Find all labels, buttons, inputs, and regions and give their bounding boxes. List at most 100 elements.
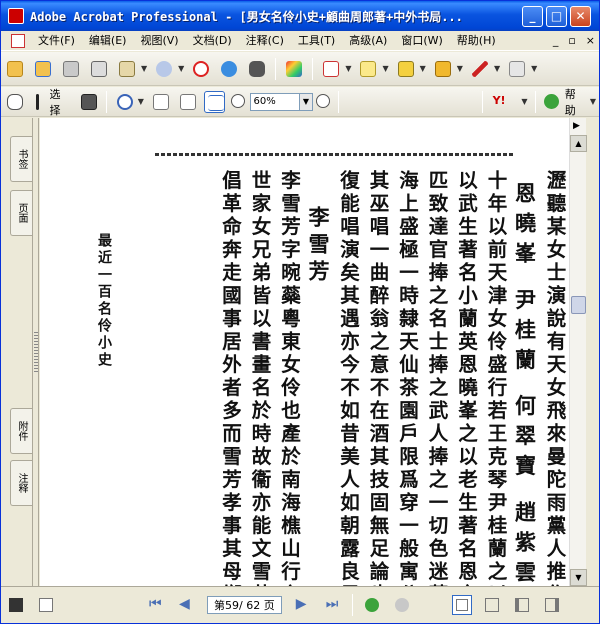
- menu-window[interactable]: 窗口(W): [394, 31, 449, 51]
- email-button[interactable]: [116, 58, 138, 80]
- monitor-icon: [9, 598, 23, 612]
- menu-document[interactable]: 文档(D): [186, 31, 239, 51]
- fit-page-button[interactable]: [177, 91, 198, 113]
- organizer-button[interactable]: [32, 58, 54, 80]
- sign-dropdown-arrow[interactable]: ▼: [420, 64, 426, 73]
- scroll-up-button[interactable]: ▲: [570, 135, 587, 152]
- actual-size-button[interactable]: [150, 91, 171, 113]
- fit-width-button[interactable]: [204, 90, 226, 113]
- menu-comments[interactable]: 注释(C): [239, 31, 291, 51]
- create-pdf-button[interactable]: [320, 58, 342, 80]
- continuous-facing-icon: [544, 598, 559, 612]
- edit-pen-button[interactable]: [469, 58, 491, 80]
- review-dropdown-arrow[interactable]: ▼: [382, 64, 388, 73]
- find-button[interactable]: [246, 58, 268, 80]
- email-dropdown-arrow[interactable]: ▼: [141, 64, 147, 73]
- doc-restore-button[interactable]: ▫: [568, 34, 575, 47]
- secure-dropdown-arrow[interactable]: ▼: [457, 64, 463, 73]
- menu-file[interactable]: 文件(F): [31, 31, 82, 51]
- menu-tools[interactable]: 工具(T): [291, 31, 342, 51]
- edit-pen-dropdown-arrow[interactable]: ▼: [494, 64, 500, 73]
- page-size-button[interactable]: [36, 595, 56, 615]
- page-size-icon: [39, 598, 53, 612]
- toolbar-separator: [534, 90, 536, 113]
- save-button[interactable]: [60, 58, 82, 80]
- attach-button[interactable]: [153, 58, 175, 80]
- menu-help[interactable]: 帮助(H): [450, 31, 503, 51]
- fit-page-icon: [179, 93, 196, 110]
- single-page-button[interactable]: [451, 595, 472, 615]
- save-icon: [63, 60, 79, 77]
- email-icon: [119, 60, 135, 77]
- continuous-icon: [484, 598, 499, 612]
- monitor-view-button[interactable]: [6, 595, 26, 615]
- paperclip-icon: [156, 60, 173, 77]
- color-palette-icon: [286, 60, 303, 77]
- secure-button[interactable]: [432, 58, 454, 80]
- forms-button[interactable]: [506, 58, 528, 80]
- zoom-in-button[interactable]: [316, 91, 331, 113]
- help-dropdown-arrow[interactable]: ▼: [590, 97, 596, 106]
- minimize-button[interactable]: _: [522, 6, 543, 27]
- help-button[interactable]: [543, 91, 560, 113]
- pane-splitter[interactable]: [33, 118, 39, 586]
- magnifier-icon: [116, 93, 133, 110]
- zoom-input[interactable]: 60%: [249, 92, 300, 111]
- continuous-facing-button[interactable]: [542, 595, 562, 615]
- attach-dropdown-arrow[interactable]: ▼: [178, 64, 184, 73]
- create-pdf-dropdown-arrow[interactable]: ▼: [345, 64, 351, 73]
- zoom-tool-dropdown-arrow[interactable]: ▼: [138, 97, 144, 106]
- zoom-tool-button[interactable]: [114, 91, 135, 113]
- hand-icon: [7, 93, 23, 110]
- doc-minimize-button[interactable]: _: [553, 34, 559, 47]
- scroll-down-button[interactable]: ▼: [570, 569, 587, 586]
- document-menu-icon[interactable]: [11, 33, 25, 48]
- next-view-button[interactable]: [392, 595, 412, 615]
- review-button[interactable]: [357, 58, 379, 80]
- web-search-button[interactable]: [218, 58, 240, 80]
- close-button[interactable]: ✕: [570, 6, 591, 27]
- tab-pages[interactable]: 页面: [10, 190, 32, 236]
- title-bar[interactable]: Adobe Acrobat Professional - [男女名伶小史+顧曲周…: [1, 1, 599, 31]
- last-page-button[interactable]: ⏭: [323, 595, 343, 615]
- page-top-rule: [155, 153, 515, 156]
- continuous-button[interactable]: [482, 595, 502, 615]
- vertical-scrollbar[interactable]: ▶ ▲ ▼: [569, 118, 587, 586]
- tab-bookmarks[interactable]: 书签: [10, 136, 32, 182]
- tab-comments[interactable]: 注释: [10, 460, 32, 506]
- select-tool-button[interactable]: [31, 91, 44, 113]
- name-heading: 恩曉峯 尹桂蘭 何翠寶 趙紫雲: [512, 182, 538, 586]
- previous-view-button[interactable]: [362, 595, 382, 615]
- zoom-dropdown-arrow[interactable]: ▼: [299, 92, 314, 111]
- yahoo-icon: Y!: [492, 93, 506, 107]
- menu-advanced[interactable]: 高级(A): [342, 31, 394, 51]
- select-tool-label[interactable]: 选择: [49, 86, 70, 118]
- yahoo-dropdown-arrow[interactable]: ▼: [521, 97, 527, 106]
- binoculars-icon: [249, 60, 266, 77]
- document-view[interactable]: 最近一百名伶小史 瀝聽某女士演說有天女飛來曼陀雨黨人推作菊花 恩曉峯 尹桂蘭 何…: [40, 118, 569, 586]
- yahoo-button[interactable]: Y!: [490, 91, 519, 113]
- color-tool-button[interactable]: [283, 58, 305, 80]
- page-number-field[interactable]: 第59/ 62 页: [207, 596, 282, 614]
- print-button[interactable]: [88, 58, 110, 80]
- hand-tool-button[interactable]: [4, 91, 25, 113]
- acrobat-app-icon[interactable]: [8, 8, 24, 24]
- facing-button[interactable]: [512, 595, 532, 615]
- doc-close-button[interactable]: ×: [586, 34, 595, 47]
- zoom-out-button[interactable]: [231, 91, 246, 113]
- previous-page-button[interactable]: ◀: [176, 595, 196, 615]
- forms-dropdown-arrow[interactable]: ▼: [531, 64, 537, 73]
- first-page-button[interactable]: ⏮: [146, 595, 166, 615]
- scroll-thumb[interactable]: [571, 296, 586, 314]
- next-page-button[interactable]: ▶: [293, 595, 313, 615]
- sign-button[interactable]: [395, 58, 417, 80]
- menu-edit[interactable]: 编辑(E): [82, 31, 134, 51]
- tab-attachments[interactable]: 附件: [10, 408, 32, 454]
- help-label[interactable]: 帮助: [565, 86, 586, 118]
- open-button[interactable]: [4, 58, 26, 80]
- stamp-button[interactable]: [190, 58, 212, 80]
- maximize-button[interactable]: □: [546, 6, 567, 27]
- page-options-arrow-icon[interactable]: ▶: [573, 121, 580, 131]
- menu-view[interactable]: 视图(V): [133, 31, 185, 51]
- snapshot-button[interactable]: [78, 91, 99, 113]
